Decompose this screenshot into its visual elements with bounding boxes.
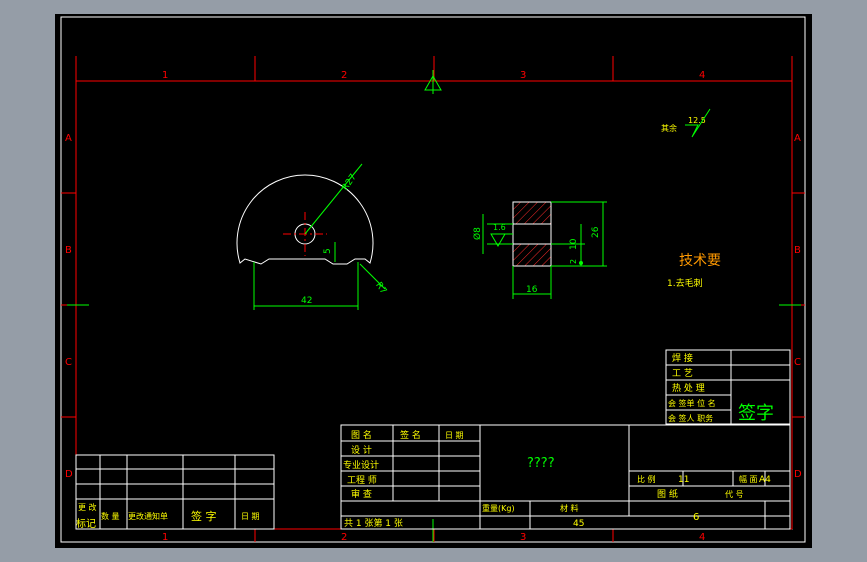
col-label-bottom: 2 <box>341 532 347 543</box>
rev-mark-label: 更 改 <box>78 502 97 512</box>
sign-row-1: 焊 接 <box>672 352 693 364</box>
row-label-right: A <box>794 133 801 144</box>
tb-part-name: ???? <box>527 456 555 471</box>
dim-r27: R27 <box>340 172 358 192</box>
bore-section <box>512 223 552 245</box>
row-label-left: D <box>65 469 73 480</box>
rev-mark-label2: 标记 <box>76 518 96 530</box>
sign-table: 焊 接 工 艺 热 处 理 会 签单 位 名 会 签人 职务 签字 <box>665 349 791 425</box>
tb-ratio-value: 11 <box>678 475 689 485</box>
tb-name-label: 图 名 <box>351 429 372 441</box>
dim-r7: R7 <box>373 281 388 297</box>
tb-eng-label: 工程 师 <box>347 474 377 486</box>
roughness-label: 其余 <box>661 123 677 133</box>
col-label-bottom: 4 <box>699 532 705 543</box>
sign-row-4: 会 签单 位 名 <box>668 398 716 408</box>
sign-row-3: 热 处 理 <box>672 382 705 394</box>
tb-material-label: 材 料 <box>560 503 579 513</box>
tb-sheets: 共 1 张第 1 张 <box>344 517 403 529</box>
tb-date-label: 日 期 <box>445 431 464 440</box>
rev-doc-label: 更改通知单 <box>128 511 168 521</box>
rev-date-label: 日 期 <box>241 512 260 521</box>
revision-table: 更 改 标记 数 量 更改通知单 签 字 日 期 <box>75 454 275 530</box>
drawing-sheet: 1 2 3 4 1 2 3 4 A B C D A B C D R27 R7 5… <box>60 16 806 543</box>
title-block: 图 名 设 计 专业设计 工程 师 审 查 签 名 日 期 比 例 幅 面 图 … <box>340 424 791 530</box>
dim-d8: Ø8 <box>472 227 483 240</box>
tb-ratio-label: 比 例 <box>637 474 656 484</box>
tb-design-label: 设 计 <box>351 444 372 456</box>
hatch-bottom <box>512 243 552 267</box>
row-label-right: C <box>794 357 801 368</box>
zone-labels: 1 2 3 4 1 2 3 4 A B C D A B C D <box>65 70 802 543</box>
cad-drawing-canvas[interactable]: 1 2 3 4 1 2 3 4 A B C D A B C D R27 R7 5… <box>55 14 812 548</box>
tb-review-label: 审 查 <box>351 488 372 500</box>
row-label-right: B <box>794 245 801 256</box>
tb-code-value: 6 <box>693 512 699 523</box>
tb-code-label: 代 号 <box>725 489 744 499</box>
dim-10: 10 <box>569 238 579 250</box>
col-label-top: 3 <box>520 70 526 81</box>
dim-42: 42 <box>301 296 312 306</box>
rev-qty-label: 数 量 <box>101 511 120 521</box>
row-label-left: B <box>65 245 72 256</box>
tb-size-value: A4 <box>759 475 771 485</box>
col-label-bottom: 1 <box>162 532 168 543</box>
dim-5: 5 <box>323 248 333 254</box>
front-dimensions <box>253 163 386 310</box>
tb-size-label: 幅 面 <box>739 474 758 484</box>
dim-dot <box>579 261 583 265</box>
row-label-left: A <box>65 133 72 144</box>
hatch-top <box>512 201 552 225</box>
sign-row-2: 工 艺 <box>672 368 693 379</box>
rev-sign-label: 签 字 <box>191 509 217 523</box>
col-label-top: 4 <box>699 70 705 81</box>
col-label-bottom: 3 <box>520 532 526 543</box>
row-label-right: D <box>794 469 802 480</box>
col-label-top: 2 <box>341 70 347 81</box>
tb-sign-label: 签 名 <box>400 429 421 441</box>
col-label-top: 1 <box>162 70 168 81</box>
tb-material-value: 45 <box>573 519 584 529</box>
tech-title: 技术要 <box>679 253 721 269</box>
tech-requirements: 技术要 1.去毛刺 <box>667 253 721 289</box>
dim-16: 16 <box>526 285 538 295</box>
row-label-left: C <box>65 357 72 368</box>
tb-prof-label: 专业设计 <box>343 459 379 471</box>
roughness-note: 其余 12.5 <box>661 108 711 138</box>
sign-row-5: 会 签人 职务 <box>668 413 713 423</box>
tech-item-1: 1.去毛刺 <box>667 277 703 289</box>
front-view[interactable]: R27 R7 5 42 <box>236 163 388 310</box>
tb-drawing-label: 图 纸 <box>657 488 678 500</box>
tb-weight-label: 重量(Kg) <box>482 503 515 513</box>
dim-2: 2 <box>569 259 578 264</box>
side-view[interactable]: Ø8 1.6 26 10 2 16 <box>472 201 607 299</box>
sign-big-label: 签字 <box>738 403 774 424</box>
roughness-1-6: 1.6 <box>493 223 506 232</box>
dim-26: 26 <box>591 226 601 238</box>
